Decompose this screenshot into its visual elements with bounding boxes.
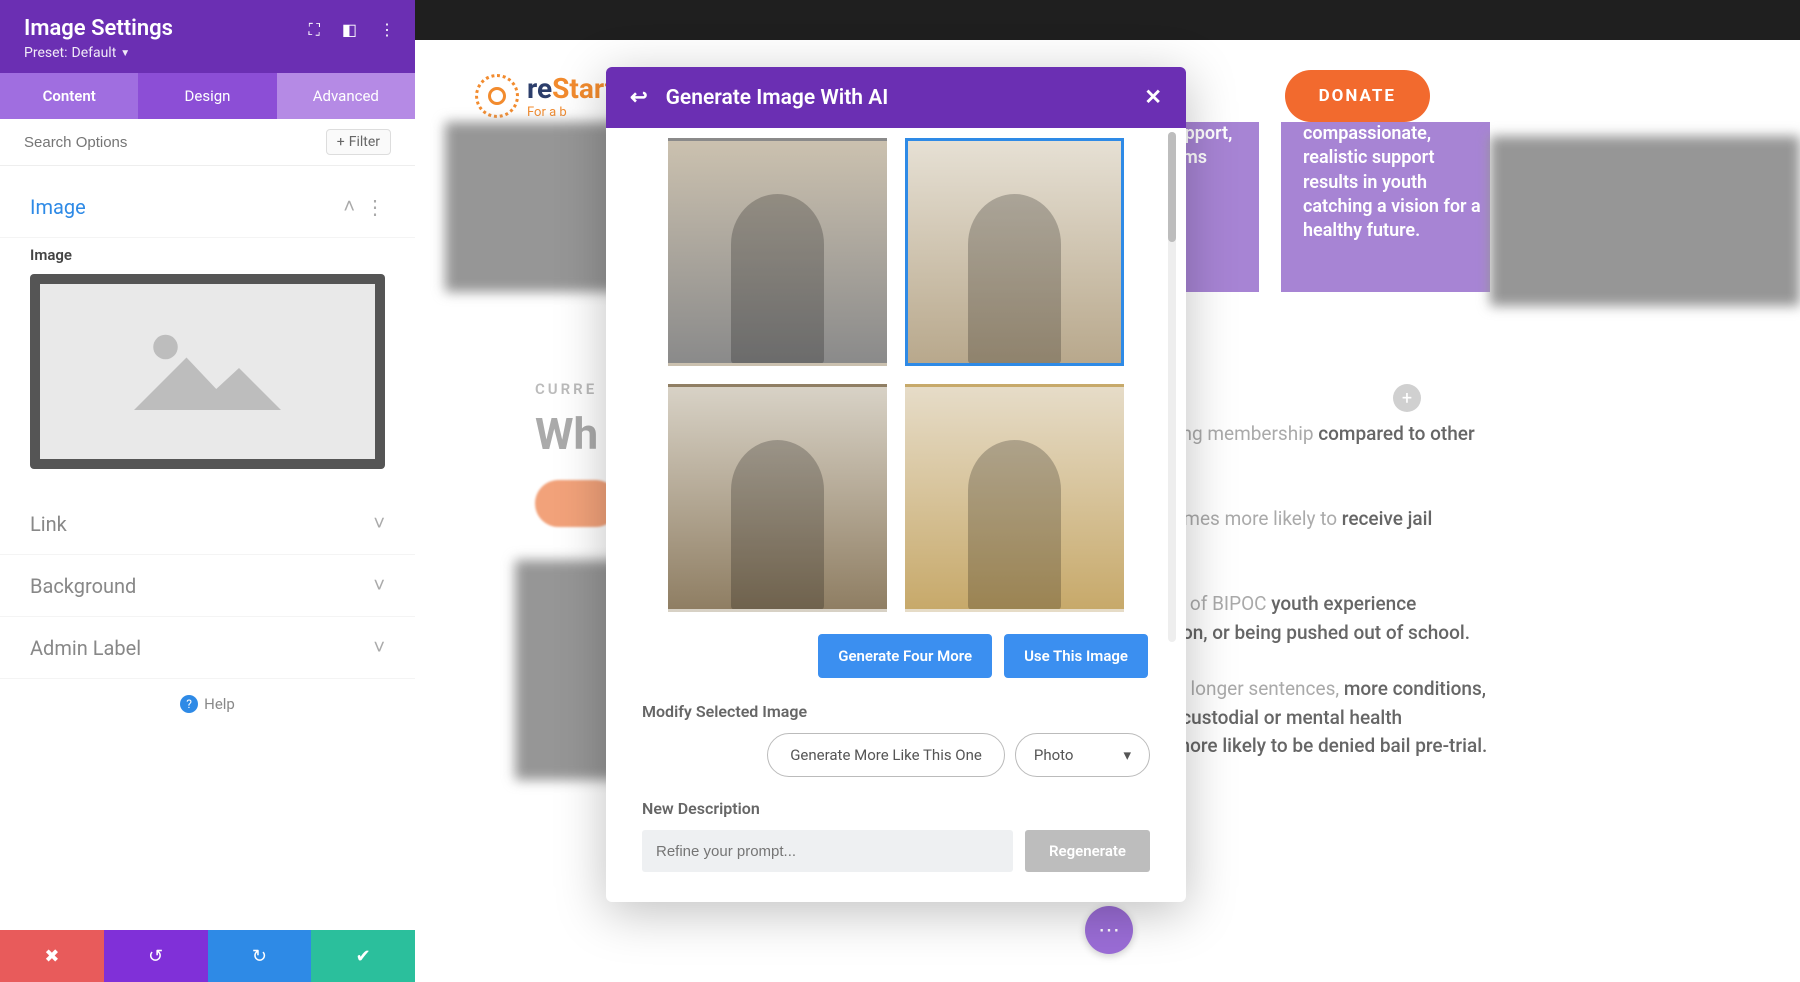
back-icon[interactable]: ↩	[630, 85, 648, 110]
section-background-title: Background	[30, 574, 136, 598]
chevron-up-icon: ˄	[343, 194, 355, 219]
close-icon: ✖	[44, 946, 59, 967]
generated-image-1[interactable]	[668, 138, 887, 366]
style-select-value: Photo	[1034, 746, 1074, 764]
filter-label: Filter	[349, 134, 380, 150]
new-description-label: New Description	[642, 799, 1150, 818]
donate-button[interactable]: DONATE	[1285, 70, 1430, 122]
section-link-header[interactable]: Link ˅	[0, 493, 415, 555]
fullscreen-icon[interactable]: ⛶	[309, 20, 320, 40]
undo-icon: ↺	[148, 946, 163, 967]
section-link-title: Link	[30, 512, 67, 536]
scroll-thumb[interactable]	[1168, 132, 1176, 242]
dock-icon[interactable]: ◧	[342, 20, 357, 40]
settings-sidebar: Image Settings Preset: Default ▼ ⛶ ◧ ⋮ C…	[0, 0, 415, 982]
floating-action-button[interactable]: ⋯	[1085, 906, 1133, 954]
modal-scrollbar[interactable]	[1168, 132, 1176, 642]
site-logo[interactable]: reStart For a b	[475, 72, 614, 120]
tab-content[interactable]: Content	[0, 73, 138, 119]
help-link[interactable]: ? Help	[0, 679, 415, 729]
redo-button[interactable]: ↻	[208, 930, 312, 982]
help-label: Help	[204, 695, 235, 713]
sidebar-tabs: Content Design Advanced	[0, 73, 415, 119]
logo-mark-icon	[475, 74, 519, 118]
modal-header: ↩ Generate Image With AI ✕	[606, 67, 1186, 128]
sidebar-search-row: + Filter	[0, 119, 415, 166]
undo-button[interactable]: ↺	[104, 930, 208, 982]
filter-button[interactable]: + Filter	[326, 129, 391, 155]
use-this-image-button[interactable]: Use This Image	[1004, 634, 1148, 678]
section-admin-label-header[interactable]: Admin Label ˅	[0, 617, 415, 679]
image-field-label: Image	[30, 246, 385, 264]
image-placeholder-icon	[40, 284, 375, 459]
sidebar-footer: ✖ ↺ ↻ ✔	[0, 930, 415, 982]
plus-icon: +	[337, 134, 345, 150]
more-like-this-button[interactable]: Generate More Like This One	[767, 733, 1005, 777]
image-upload-slot[interactable]	[30, 274, 385, 469]
generated-image-2[interactable]	[905, 138, 1124, 366]
save-button[interactable]: ✔	[311, 930, 415, 982]
more-vertical-icon[interactable]: ⋮	[379, 20, 395, 40]
logo-tagline: For a b	[527, 105, 614, 120]
preset-value: Default	[72, 45, 117, 61]
purple-card-2: compassionate, realistic support results…	[1281, 122, 1511, 292]
add-section-button[interactable]: +	[1393, 384, 1421, 412]
chevron-down-icon: ˅	[373, 573, 385, 598]
section-image-header[interactable]: Image ˄ ⋮	[0, 176, 415, 238]
modal-title: Generate Image With AI	[666, 86, 889, 110]
generated-image-3[interactable]	[668, 384, 887, 612]
ai-image-modal: ↩ Generate Image With AI ✕ Generate Four…	[606, 67, 1186, 902]
right-gutter	[1490, 40, 1800, 982]
modify-section-label: Modify Selected Image	[642, 702, 1150, 721]
preset-selector[interactable]: Preset: Default ▼	[24, 45, 391, 61]
logo-text-prefix: re	[527, 72, 552, 105]
section-image-body: Image	[0, 238, 415, 493]
search-input[interactable]	[24, 134, 326, 151]
section-image-title: Image	[30, 195, 86, 219]
style-select[interactable]: Photo ▾	[1015, 733, 1150, 777]
prompt-input[interactable]	[642, 830, 1013, 872]
tab-advanced[interactable]: Advanced	[277, 73, 415, 119]
chevron-down-icon: ˅	[373, 635, 385, 660]
chevron-down-icon: ˅	[373, 511, 385, 536]
help-icon: ?	[180, 695, 198, 713]
preset-prefix: Preset:	[24, 45, 68, 61]
chevron-down-icon: ▾	[1123, 746, 1131, 764]
chevron-down-icon: ▼	[120, 48, 130, 59]
close-modal-button[interactable]: ✕	[1144, 85, 1162, 110]
generated-image-4[interactable]	[905, 384, 1124, 612]
tab-design[interactable]: Design	[138, 73, 276, 119]
generate-four-more-button[interactable]: Generate Four More	[818, 634, 992, 678]
generated-image-grid	[642, 128, 1150, 626]
gutter-image-card	[1490, 136, 1800, 306]
cancel-button[interactable]: ✖	[0, 930, 104, 982]
logo-text-suffix: Start	[552, 72, 614, 105]
redo-icon: ↻	[252, 946, 267, 967]
more-vertical-icon[interactable]: ⋮	[365, 195, 385, 219]
regenerate-button[interactable]: Regenerate	[1025, 830, 1150, 872]
section-admin-label-title: Admin Label	[30, 636, 141, 660]
sidebar-header: Image Settings Preset: Default ▼ ⛶ ◧ ⋮	[0, 0, 415, 73]
check-icon: ✔	[356, 946, 371, 967]
section-background-header[interactable]: Background ˅	[0, 555, 415, 617]
